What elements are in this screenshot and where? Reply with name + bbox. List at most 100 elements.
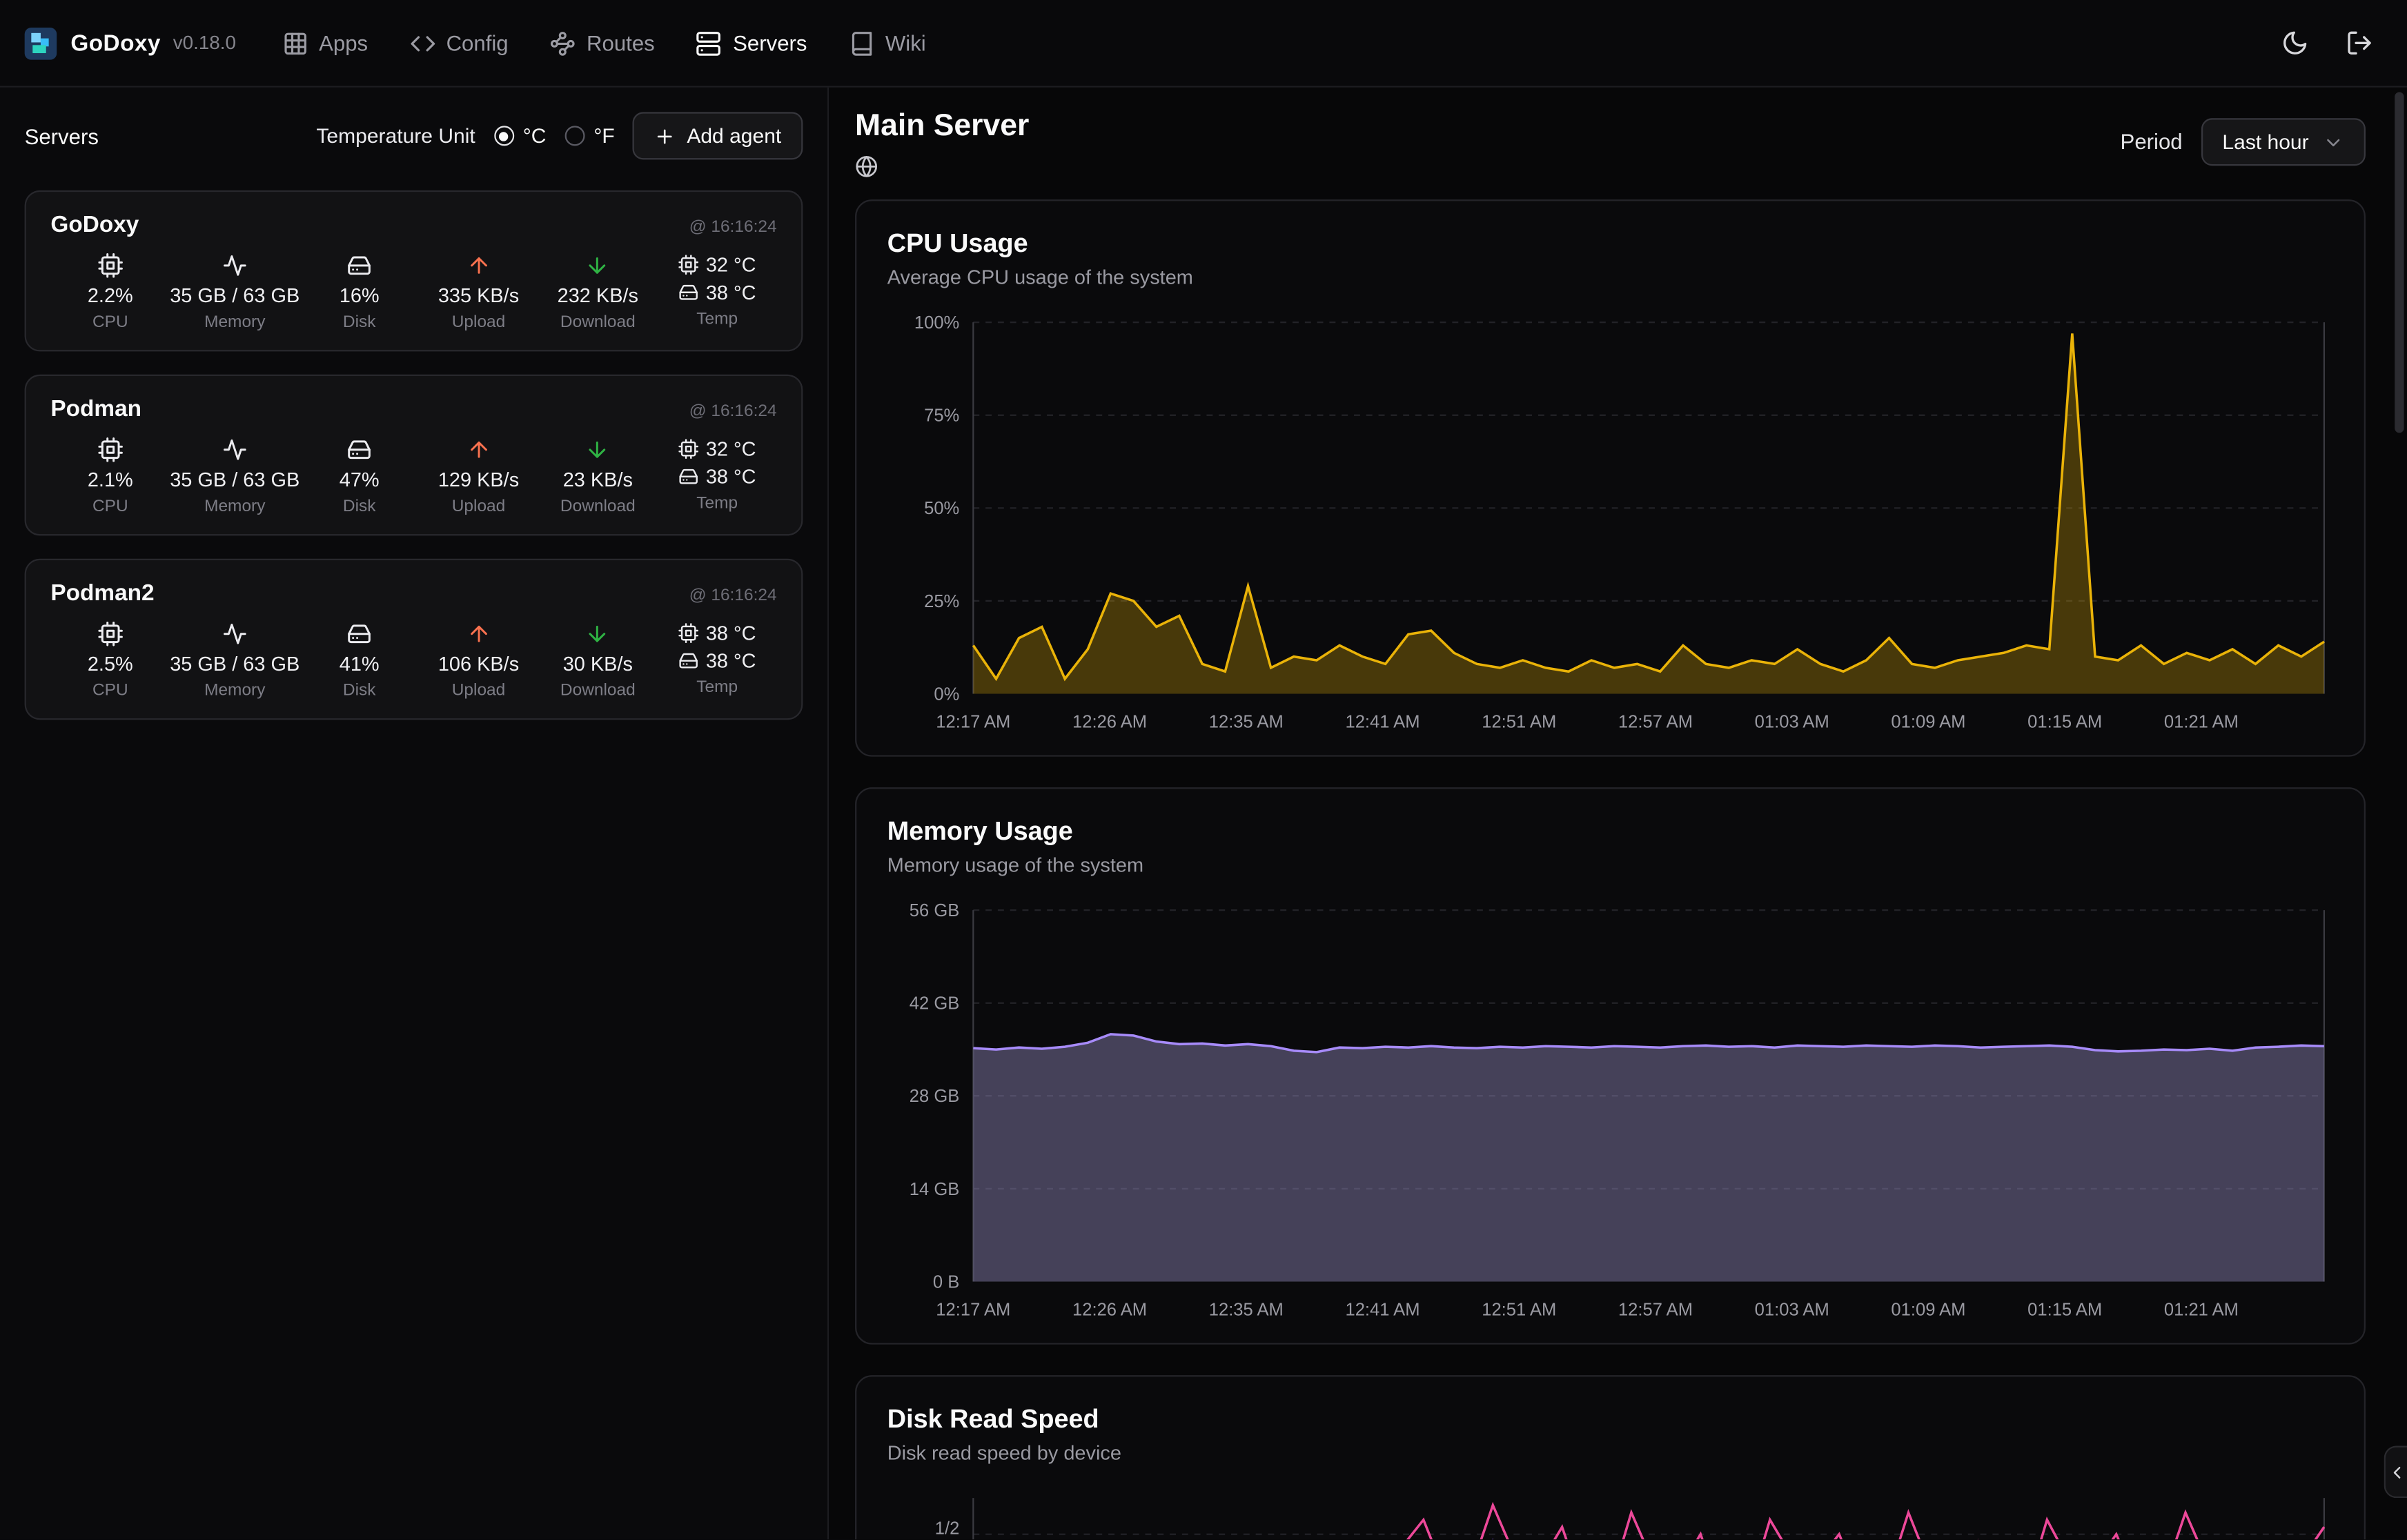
add-agent-button[interactable]: Add agent (633, 112, 803, 159)
globe-icon[interactable] (855, 155, 878, 178)
svg-text:14 GB: 14 GB (910, 1180, 960, 1199)
download-stat: 30 KB/s Download (538, 622, 658, 700)
download-value: 232 KB/s (558, 284, 638, 307)
arrow-up-icon (466, 253, 491, 278)
cpu-label: CPU (92, 497, 128, 516)
svg-text:75%: 75% (924, 406, 959, 426)
temp-label: Temp (696, 310, 738, 328)
svg-text:100%: 100% (914, 313, 959, 333)
celsius-radio[interactable]: °C (493, 124, 546, 147)
download-stat: 232 KB/s Download (538, 253, 658, 331)
add-agent-label: Add agent (687, 124, 781, 147)
godoxy-logo (25, 27, 57, 59)
chevron-left-icon (2386, 1462, 2406, 1482)
activity-icon (222, 437, 247, 462)
disk-stat: 41% Disk (299, 622, 419, 700)
nav-servers[interactable]: Servers (696, 30, 807, 56)
celsius-label: °C (523, 124, 547, 147)
disk-label: Disk (343, 497, 376, 516)
hard-drive-icon (678, 466, 698, 486)
svg-text:12:51 AM: 12:51 AM (1482, 712, 1556, 731)
disk-label: Disk (343, 682, 376, 700)
memory-value: 35 GB / 63 GB (170, 468, 299, 491)
disk-stat: 47% Disk (299, 437, 419, 515)
svg-text:01:09 AM: 01:09 AM (1891, 712, 1965, 731)
svg-text:42 GB: 42 GB (910, 994, 960, 1014)
cpu-icon (678, 623, 698, 643)
cpu-icon (98, 622, 123, 646)
disk-value: 16% (340, 284, 380, 307)
nav-wiki[interactable]: Wiki (849, 30, 926, 56)
upload-value: 129 KB/s (438, 468, 519, 491)
period-label: Period (2121, 118, 2183, 166)
disk-temp-value: 38 °C (706, 281, 756, 304)
cpu-value: 2.2% (88, 284, 133, 307)
nav-apps-label: Apps (319, 30, 368, 55)
memory-value: 35 GB / 63 GB (170, 652, 299, 675)
temp-stat: 38 °C 38 °C Temp (658, 622, 777, 700)
server-card-podman[interactable]: Podman @ 16:16:24 2.1% CPU 35 GB / 63 GB (25, 375, 803, 536)
download-label: Download (560, 313, 636, 332)
cpu-usage-chart[interactable]: 0%25%50%75%100%12:17 AM12:26 AM12:35 AM1… (887, 307, 2333, 740)
upload-label: Upload (452, 682, 506, 700)
arrow-up-icon (466, 622, 491, 646)
chart-subtitle: Average CPU usage of the system (887, 266, 2333, 288)
hard-drive-icon (347, 253, 372, 278)
cpu-usage-card: CPU Usage Average CPU usage of the syste… (855, 199, 2366, 756)
svg-text:56 GB: 56 GB (910, 901, 960, 920)
server-name: GoDoxy (50, 212, 139, 238)
server-name: Podman (50, 396, 141, 422)
nav-routes[interactable]: Routes (550, 30, 655, 56)
activity-icon (222, 253, 247, 278)
period-select[interactable]: Last hour (2201, 118, 2366, 166)
disk-value: 41% (340, 652, 380, 675)
memory-usage-card: Memory Usage Memory usage of the system … (855, 787, 2366, 1344)
upload-label: Upload (452, 313, 506, 332)
hard-drive-icon (347, 622, 372, 646)
main-nav: Apps Config Routes Servers Wiki (282, 30, 926, 56)
nav-config-label: Config (446, 30, 509, 55)
svg-text:50%: 50% (924, 499, 959, 518)
temp-label: Temp (696, 494, 738, 513)
svg-text:25%: 25% (924, 592, 959, 611)
upload-stat: 335 KB/s Upload (419, 253, 538, 331)
panel-collapse-handle[interactable] (2384, 1445, 2407, 1498)
disk-temp-value: 38 °C (706, 649, 756, 672)
cpu-temp-value: 32 °C (706, 253, 756, 276)
server-card-podman2[interactable]: Podman2 @ 16:16:24 2.5% CPU 35 GB / 63 G… (25, 559, 803, 720)
svg-text:1/2MB/s: 1/2MB/s (919, 1519, 959, 1539)
arrow-down-icon (586, 437, 611, 462)
disk-read-speed-chart[interactable]: 1/2MB/s (887, 1483, 2333, 1539)
server-detail-panel: Main Server Period Last hour CPU Usage A… (829, 88, 2407, 1539)
memory-stat: 35 GB / 63 GB Memory (170, 253, 299, 331)
server-timestamp: @ 16:16:24 (689, 402, 777, 421)
chevron-down-icon (2323, 131, 2344, 152)
fahrenheit-label: °F (593, 124, 614, 147)
logout-button[interactable] (2346, 29, 2373, 57)
cpu-value: 2.1% (88, 468, 133, 491)
cpu-stat: 2.1% CPU (50, 437, 170, 515)
nav-apps[interactable]: Apps (282, 30, 368, 56)
memory-stat: 35 GB / 63 GB Memory (170, 622, 299, 700)
server-timestamp: @ 16:16:24 (689, 218, 777, 237)
svg-text:0 B: 0 B (933, 1272, 959, 1292)
svg-text:01:03 AM: 01:03 AM (1755, 712, 1829, 731)
grid-icon (282, 30, 308, 56)
memory-usage-chart[interactable]: 0 B14 GB28 GB42 GB56 GB12:17 AM12:26 AM1… (887, 895, 2333, 1327)
svg-text:12:41 AM: 12:41 AM (1345, 712, 1419, 731)
version-label: v0.18.0 (173, 32, 236, 54)
arrow-up-icon (466, 437, 491, 462)
logout-icon (2346, 29, 2373, 57)
svg-text:28 GB: 28 GB (910, 1087, 960, 1106)
cpu-label: CPU (92, 313, 128, 332)
moon-icon (2281, 29, 2309, 57)
disk-value: 47% (340, 468, 380, 491)
nav-config[interactable]: Config (409, 30, 508, 56)
theme-toggle-button[interactable] (2281, 29, 2309, 57)
server-card-godoxy[interactable]: GoDoxy @ 16:16:24 2.2% CPU 35 GB / 63 GB (25, 190, 803, 352)
hard-drive-icon (678, 651, 698, 671)
svg-text:12:17 AM: 12:17 AM (936, 1300, 1010, 1319)
scrollbar-thumb[interactable] (2395, 92, 2404, 433)
fahrenheit-radio[interactable]: °F (564, 124, 615, 147)
memory-label: Memory (204, 497, 265, 516)
